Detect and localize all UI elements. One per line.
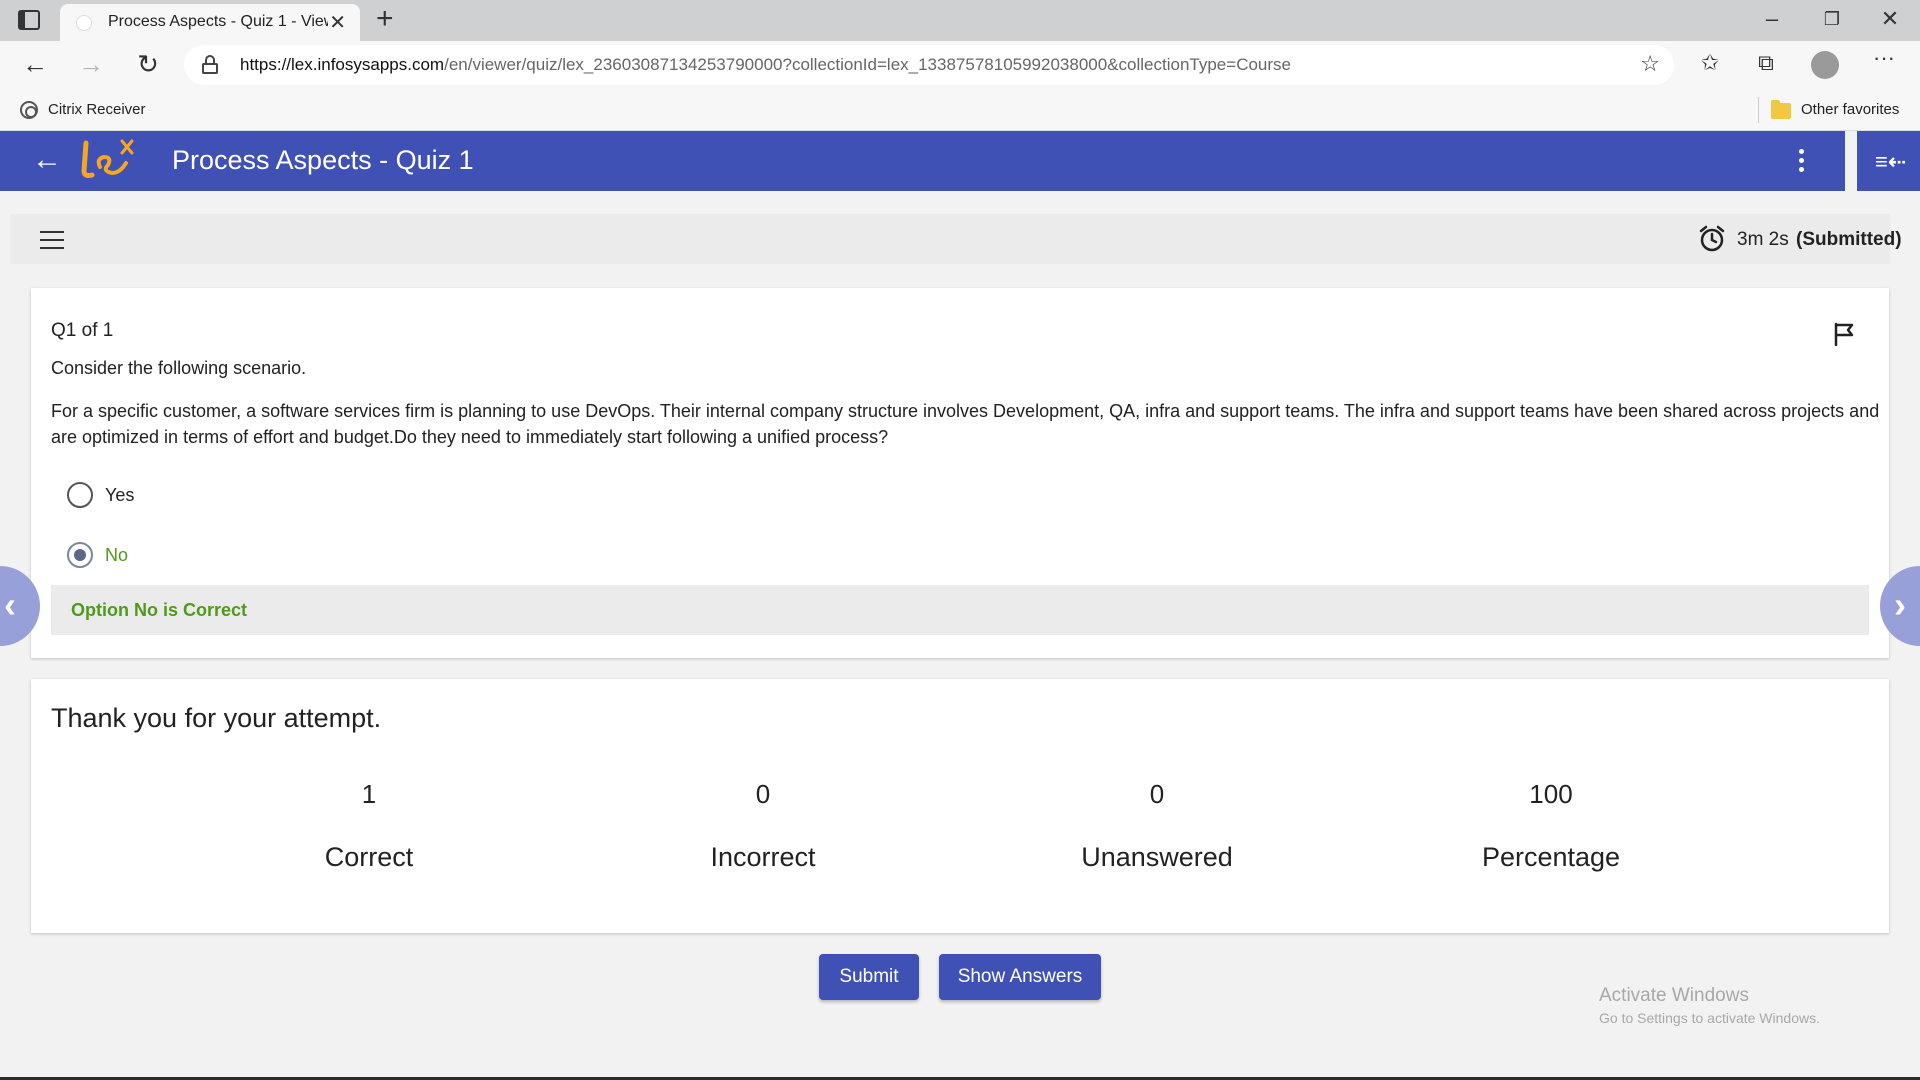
- refresh-icon[interactable]: ↻: [130, 49, 166, 80]
- back-icon[interactable]: ←: [17, 49, 53, 80]
- favorites-divider: [1758, 97, 1759, 123]
- favorites-icon[interactable]: ✩: [1692, 50, 1728, 76]
- stat-label: Incorrect: [710, 842, 816, 872]
- profile-avatar[interactable]: [1811, 51, 1839, 79]
- collections-icon[interactable]: ⧉: [1748, 50, 1784, 76]
- radio-no[interactable]: [67, 542, 93, 568]
- show-answers-button[interactable]: Show Answers: [939, 954, 1101, 1000]
- activation-watermark-title: Activate Windows: [1599, 985, 1749, 1006]
- stat-value: 1: [361, 779, 377, 809]
- question-text: For a specific customer, a software serv…: [51, 401, 1880, 447]
- stat-incorrect: 0 Incorrect: [613, 779, 913, 873]
- option-label-no: No: [105, 545, 129, 565]
- tab-close-icon[interactable]: ✕: [329, 10, 346, 35]
- other-favorites[interactable]: Other favorites: [1801, 101, 1899, 118]
- address-bar[interactable]: https://lex.infosysapps.com/en/viewer/qu…: [184, 45, 1674, 85]
- stat-value: 100: [1529, 779, 1573, 809]
- tab-actions-icon[interactable]: [18, 10, 40, 30]
- url-text: https://lex.infosysapps.com/en/viewer/qu…: [240, 55, 1291, 75]
- timer-status: (Submitted): [1796, 229, 1902, 250]
- browser-toolbar: ← → ↻ https://lex.infosysapps.com/en/vie…: [0, 41, 1920, 91]
- result-title: Thank you for your attempt.: [51, 703, 382, 733]
- result-card: Thank you for your attempt. 1 Correct 0 …: [31, 679, 1889, 933]
- lock-icon[interactable]: [202, 55, 218, 74]
- activation-watermark-subtitle: Go to Settings to activate Windows.: [1599, 1010, 1820, 1026]
- stat-unanswered: 0 Unanswered: [1007, 779, 1307, 873]
- alarm-clock-icon: [1699, 225, 1725, 252]
- side-panel-toggle[interactable]: ≡⇠: [1857, 131, 1920, 191]
- browser-tabstrip: Process Aspects - Quiz 1 - Viewe ✕ + – ❐…: [0, 0, 1920, 41]
- browser-tab[interactable]: Process Aspects - Quiz 1 - Viewe ✕: [60, 4, 360, 41]
- stat-label: Percentage: [1481, 842, 1621, 872]
- collapse-panel-icon: ≡⇠: [1875, 149, 1907, 174]
- flag-icon[interactable]: [1833, 322, 1855, 346]
- stat-percentage: 100 Percentage: [1401, 779, 1701, 873]
- chevron-right-icon: ›: [1894, 584, 1906, 625]
- forward-icon[interactable]: →: [73, 49, 109, 80]
- favorite-citrix-receiver[interactable]: Citrix Receiver: [48, 101, 146, 118]
- url-host: https://lex.infosysapps.com: [240, 55, 445, 74]
- add-favorite-icon[interactable]: ☆: [1640, 51, 1660, 77]
- quiz-toolbar: 3m 2s (Submitted): [10, 214, 1902, 264]
- tab-title: Process Aspects - Quiz 1 - Viewe: [108, 13, 328, 30]
- minimize-icon[interactable]: –: [1752, 6, 1792, 32]
- app-more-icon[interactable]: [1786, 143, 1816, 179]
- folder-icon: [1771, 100, 1791, 119]
- tab-favicon-icon: [76, 15, 92, 31]
- app-header: ← Process Aspects - Quiz 1: [0, 131, 1845, 191]
- citrix-icon: [20, 101, 38, 119]
- stat-value: 0: [755, 779, 771, 809]
- stat-value: 0: [1149, 779, 1165, 809]
- favorites-bar: Citrix Receiver Other favorites: [0, 91, 1920, 131]
- chevron-left-icon: ‹: [4, 584, 16, 625]
- feedback-text: Option No is Correct: [71, 600, 248, 620]
- answer-feedback: Option No is Correct: [51, 585, 1869, 635]
- more-options-icon[interactable]: ···: [1866, 45, 1902, 71]
- submit-button[interactable]: Submit: [819, 954, 919, 1000]
- window-close-icon[interactable]: ✕: [1870, 6, 1910, 32]
- app-back-icon[interactable]: ←: [32, 143, 62, 177]
- radio-yes[interactable]: [67, 482, 93, 508]
- option-label-yes: Yes: [105, 485, 135, 505]
- restore-icon[interactable]: ❐: [1812, 9, 1852, 30]
- menu-icon[interactable]: [40, 231, 64, 249]
- stat-correct: 1 Correct: [219, 779, 519, 873]
- stat-label: Unanswered: [1081, 842, 1233, 872]
- timer-value: 3m 2s: [1737, 229, 1789, 250]
- stat-label: Correct: [324, 842, 414, 872]
- url-path: /en/viewer/quiz/lex_23603087134253790000…: [444, 55, 1291, 74]
- question-intro: Consider the following scenario.: [51, 358, 307, 378]
- question-card: Q1 of 1 Consider the following scenario.…: [31, 288, 1889, 658]
- lex-logo: [81, 139, 134, 178]
- new-tab-icon[interactable]: +: [376, 2, 394, 36]
- question-number: Q1 of 1: [51, 320, 114, 341]
- page-title: Process Aspects - Quiz 1: [172, 145, 474, 175]
